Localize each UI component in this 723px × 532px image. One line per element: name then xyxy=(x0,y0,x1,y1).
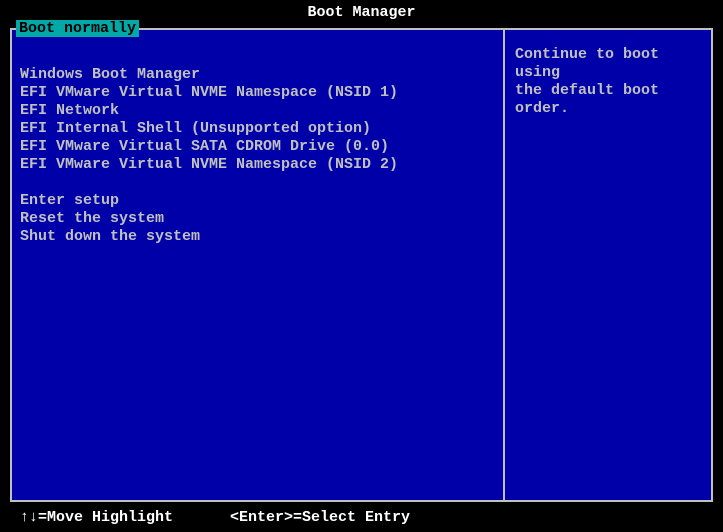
main-area: Boot normally Windows Boot Manager EFI V… xyxy=(10,28,713,502)
selected-item-highlight[interactable]: Boot normally xyxy=(16,20,139,37)
boot-entry-nvme-1[interactable]: EFI VMware Virtual NVME Namespace (NSID … xyxy=(20,84,495,102)
help-panel: Continue to boot using the default boot … xyxy=(503,28,713,502)
system-entry-reset[interactable]: Reset the system xyxy=(20,210,495,228)
boot-entry-nvme-2[interactable]: EFI VMware Virtual NVME Namespace (NSID … xyxy=(20,156,495,174)
hint-move: ↑↓=Move Highlight xyxy=(20,509,230,526)
hint-select: <Enter>=Select Entry xyxy=(230,509,410,526)
boot-entry-sata-cdrom[interactable]: EFI VMware Virtual SATA CDROM Drive (0.0… xyxy=(20,138,495,156)
system-entry-shutdown[interactable]: Shut down the system xyxy=(20,228,495,246)
boot-entry-network[interactable]: EFI Network xyxy=(20,102,495,120)
footer-hints: ↑↓=Move Highlight <Enter>=Select Entry xyxy=(0,509,723,526)
selected-item-label: Boot normally xyxy=(19,20,136,37)
help-text-line: the default boot order. xyxy=(515,82,701,118)
boot-entries-list: Windows Boot Manager EFI VMware Virtual … xyxy=(20,66,495,246)
system-entry-setup[interactable]: Enter setup xyxy=(20,192,495,210)
page-title: Boot Manager xyxy=(307,4,415,21)
boot-menu-panel: Boot normally Windows Boot Manager EFI V… xyxy=(10,28,503,502)
help-text-line: Continue to boot using xyxy=(515,46,701,82)
boot-entry-shell[interactable]: EFI Internal Shell (Unsupported option) xyxy=(20,120,495,138)
boot-entry-windows[interactable]: Windows Boot Manager xyxy=(20,66,495,84)
menu-spacer xyxy=(20,174,495,192)
